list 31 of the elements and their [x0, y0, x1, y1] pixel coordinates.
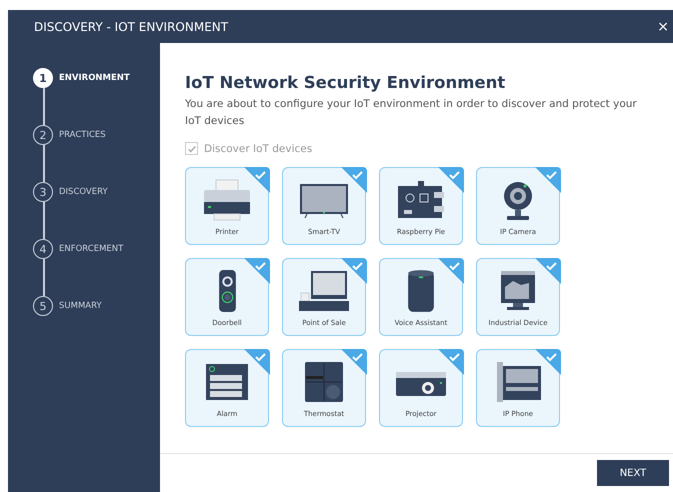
close-button[interactable]: × — [657, 18, 669, 34]
step-label[interactable]: DISCOVERY — [59, 187, 108, 197]
check-corner-icon — [244, 258, 270, 284]
speaker-icon — [407, 269, 435, 313]
step-number[interactable]: 2 — [33, 125, 53, 145]
window-title: DISCOVERY - IOT ENVIRONMENT — [34, 20, 230, 34]
step-label[interactable]: PRACTICES — [59, 130, 106, 140]
step-number[interactable]: 4 — [33, 239, 53, 259]
check-corner-icon — [244, 166, 270, 192]
check-corner-icon — [534, 348, 560, 374]
check-corner-icon — [244, 348, 270, 374]
check-corner-icon — [340, 258, 366, 284]
step-label[interactable]: ENVIRONMENT — [59, 73, 130, 83]
step-label[interactable]: ENFORCEMENT — [59, 244, 124, 254]
check-corner-icon — [438, 258, 464, 284]
step-number[interactable]: 3 — [33, 182, 53, 202]
step-label[interactable]: SUMMARY — [59, 301, 102, 311]
check-corner-icon — [340, 166, 366, 192]
doorbell-icon — [218, 269, 236, 313]
check-corner-icon — [534, 166, 560, 192]
step-number[interactable]: 1 — [33, 68, 53, 88]
pos-icon — [297, 269, 351, 313]
check-corner-icon — [340, 348, 366, 374]
description-text: You are about to configure your IoT environment in order to discover and protect your IoT devices — [185, 97, 638, 129]
next-button[interactable]: NEXT — [597, 460, 669, 486]
checkbox-label: Discover IoT devices — [204, 142, 312, 154]
check-corner-icon — [438, 348, 464, 374]
check-corner-icon — [438, 166, 464, 192]
check-corner-icon — [534, 258, 560, 284]
page-heading: IoT Network Security Environment — [185, 73, 506, 92]
step-number[interactable]: 5 — [33, 296, 53, 316]
